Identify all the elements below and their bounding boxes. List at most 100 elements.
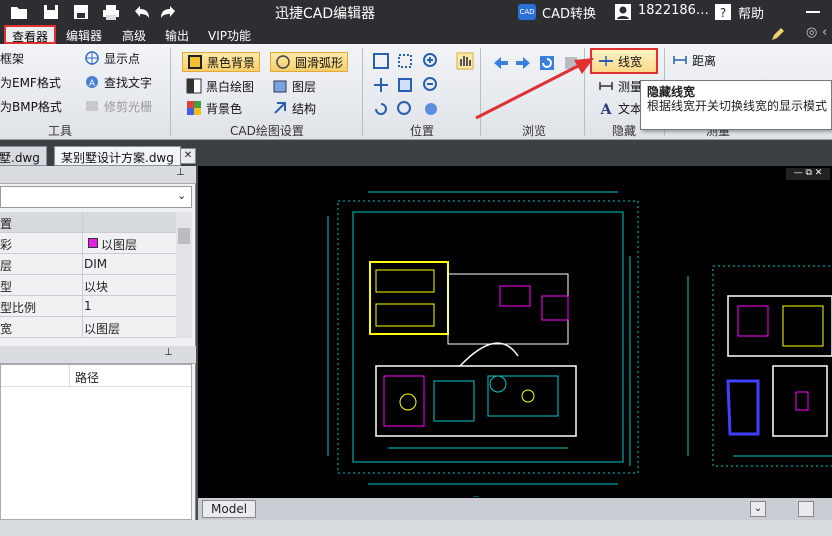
distance-button[interactable]: 距离 [672, 50, 716, 70]
fit-window-icon[interactable] [372, 52, 390, 70]
open-folder-icon[interactable] [10, 3, 28, 21]
scroll-button[interactable] [798, 501, 814, 517]
property-row[interactable]: 型 以块 [0, 275, 176, 296]
property-row[interactable]: 宽 以图层 [0, 317, 176, 338]
pin-icon[interactable]: ⊥ [164, 347, 173, 358]
user-phone[interactable]: 1822186… [638, 3, 709, 18]
menu-advanced[interactable]: 高级 [122, 27, 146, 44]
scrollbar-thumb[interactable] [178, 228, 190, 244]
tab-dropdown-icon[interactable]: ⌄ [750, 501, 766, 517]
black-background-button[interactable]: 黑色背景 [182, 52, 261, 72]
lineweight-label: 线宽 [618, 54, 643, 69]
canvas-window-controls[interactable]: — ⧉ ✕ [786, 168, 830, 180]
zoom-out-icon[interactable] [422, 76, 440, 94]
measure-icon [599, 82, 613, 90]
property-row[interactable]: 置 [0, 212, 176, 233]
find-text-button[interactable]: A 查找文字 [84, 72, 152, 92]
drawing-canvas[interactable]: — — ⧉ ✕ [198, 166, 832, 498]
tab-document-1[interactable]: 墅.dwg [0, 146, 47, 166]
pen-icon[interactable] [770, 26, 786, 42]
zoom-window-icon[interactable] [396, 52, 414, 70]
find-text-label: 查找文字 [104, 75, 153, 90]
background-color-button[interactable]: 背景色 [186, 98, 242, 118]
svg-text:?: ? [720, 6, 726, 20]
user-icon [615, 4, 631, 20]
ribbon-more-icon[interactable]: ‹ [822, 25, 827, 40]
layout-tab-bar: Model ⌄ [198, 498, 832, 520]
minimize-icon[interactable] [806, 11, 820, 13]
separator [362, 48, 363, 136]
properties-scrollbar[interactable] [176, 212, 192, 338]
files-list[interactable]: 路径 [0, 364, 192, 520]
fit-extents-icon[interactable] [396, 76, 414, 94]
object-select[interactable]: ⌄ [0, 186, 192, 208]
menu-editor[interactable]: 编辑器 [66, 27, 102, 44]
smooth-arc-button[interactable]: 圆滑弧形 [270, 52, 349, 72]
export-emf-button[interactable]: 为EMF格式 [0, 72, 61, 92]
redo-icon[interactable] [160, 3, 178, 21]
properties-header: ⊥ [0, 166, 196, 184]
move-icon[interactable] [372, 76, 390, 94]
trim-raster-button[interactable]: 修剪光栅 [84, 96, 152, 116]
menu-viewer[interactable]: 查看器 [4, 25, 57, 44]
app-title: 迅捷CAD编辑器 [275, 6, 376, 22]
property-value: 以图层 [101, 238, 138, 252]
layers-button[interactable]: 图层 [272, 76, 316, 96]
cad-settings-group-label: CAD绘图设置 [230, 124, 304, 138]
title-bar: 迅捷CAD编辑器 CAD CAD转换 1822186… ? 帮助 [0, 0, 832, 24]
column-path[interactable]: 路径 [75, 369, 99, 386]
property-row[interactable]: 彩 以图层 [0, 233, 176, 254]
export-bmp-button[interactable]: 为BMP格式 [0, 96, 62, 116]
tooltip: 隐藏线宽 根据线宽开关切换线宽的显示模式 [640, 80, 832, 130]
property-row[interactable]: 层 DIM [0, 254, 176, 275]
ribbon-collapse-icon[interactable]: ◎ [806, 25, 817, 40]
measure-hide-label: 测量 [618, 79, 643, 94]
save-as-icon[interactable] [72, 3, 90, 21]
show-points-label: 显示点 [104, 51, 141, 66]
property-value: 1 [84, 299, 92, 313]
measure-hide-button[interactable]: 测量 [598, 76, 642, 96]
tab-document-2[interactable]: 某别墅设计方案.dwg [54, 146, 181, 166]
property-value: DIM [84, 257, 108, 271]
help-menu[interactable]: 帮助 [738, 3, 764, 22]
print-icon[interactable] [102, 3, 120, 21]
annotation-arrow [475, 58, 594, 120]
status-bar [0, 520, 832, 536]
distance-label: 距离 [692, 53, 717, 68]
frame-label: 框架 [0, 51, 25, 66]
find-text-icon: A [86, 76, 98, 89]
undo-icon[interactable] [132, 3, 150, 21]
zoom-previous-icon[interactable] [396, 100, 414, 118]
rotate-icon[interactable] [372, 100, 390, 118]
property-key: 宽 [0, 322, 13, 336]
structure-button[interactable]: 结构 [272, 98, 316, 118]
property-key: 型 [0, 280, 13, 294]
menu-output[interactable]: 输出 [165, 27, 189, 44]
trim-raster-label: 修剪光栅 [104, 99, 153, 114]
lineweight-button[interactable]: 线宽 [590, 48, 658, 74]
layers-icon [273, 80, 287, 93]
property-key: 彩 [0, 238, 13, 252]
text-hide-button[interactable]: A 文本 [598, 98, 642, 118]
files-list-header: 路径 [1, 365, 191, 387]
property-row[interactable]: 型比例 1 [0, 296, 176, 317]
export-emf-label: 为EMF格式 [0, 75, 61, 90]
zoom-in-icon[interactable] [422, 52, 440, 70]
frame-button[interactable]: 框架 [0, 48, 24, 68]
bw-drawing-button[interactable]: 黑白绘图 [186, 76, 254, 96]
show-points-button[interactable]: 显示点 [84, 48, 140, 68]
svg-text:A: A [600, 102, 613, 116]
structure-icon [274, 102, 286, 114]
structure-label: 结构 [292, 101, 317, 116]
document-tabs: 墅.dwg 某别墅设计方案.dwg ✕ [0, 140, 832, 166]
tab-model[interactable]: Model [202, 500, 257, 518]
position-group-label: 位置 [410, 124, 435, 138]
text-hide-label: 文本 [618, 101, 643, 116]
menu-vip[interactable]: VIP功能 [208, 27, 251, 44]
layers-label: 图层 [292, 79, 317, 94]
pin-icon[interactable]: ⊥ [176, 167, 185, 178]
3d-orbit-icon[interactable] [422, 100, 440, 118]
cad-convert-button[interactable]: CAD转换 [542, 3, 596, 22]
save-icon[interactable] [42, 3, 60, 21]
close-tab-icon[interactable]: ✕ [180, 148, 196, 164]
